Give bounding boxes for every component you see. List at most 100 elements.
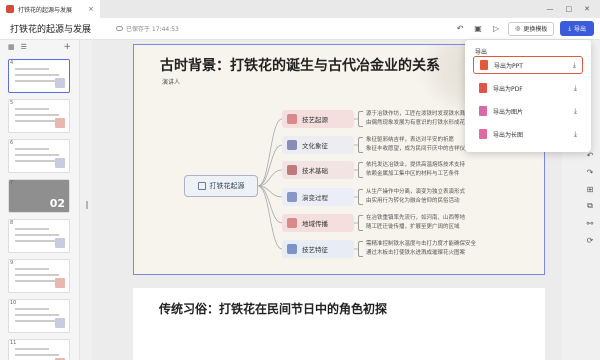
connect-icon[interactable]: ⚯ (585, 218, 595, 228)
mindmap-leaf-text[interactable]: 从生产操作中分离，演变为独立表演形式 (366, 187, 465, 195)
title-bar: 打铁花的起源与发展 × — □ ✕ (0, 0, 600, 18)
download-icon[interactable]: ⤓ (574, 84, 577, 93)
mindmap-leaf-text[interactable]: 由实用行为转化为融合信仰的民俗活动 (366, 196, 460, 204)
redo-icon[interactable]: ↷ (585, 167, 595, 177)
layers-icon[interactable]: ⧉ (585, 201, 595, 211)
thumbnail-line (15, 314, 59, 316)
thumbnail-line (15, 320, 59, 322)
thumbnail-line (15, 74, 59, 76)
slide-thumbnail-row[interactable]: 8 (0, 217, 80, 257)
mindmap-leaf-text[interactable]: 象征丰收愿望，成为民间节庆中的吉祥仪式 (366, 144, 471, 152)
slide-thumbnail[interactable] (8, 99, 70, 133)
collapse-sidebar-icon[interactable]: ‖ (85, 200, 89, 209)
minimize-icon[interactable]: — (547, 5, 554, 13)
mindmap-leaf-text[interactable]: 通过木板击打使铁水迸溅成璀璨花火图案 (366, 248, 465, 256)
mindmap-leaf-text[interactable]: 在冶铁重镇率先流行，如河南、山西等地 (366, 213, 465, 221)
mindmap-leaf-text[interactable]: 依托发达冶铁业，提供高温熔炼技术支持 (366, 160, 465, 168)
mindmap-center-node[interactable]: 打铁花起源 (184, 175, 258, 197)
export-item-label: 导出为PDF (493, 85, 523, 93)
toolbar-actions: ↶ ▣ ▷ ◎ 更换模板 ⤓ 导出 (454, 21, 594, 36)
export-menu-item[interactable]: 导出为PDF ⤓ (473, 79, 583, 97)
download-icon[interactable]: ⤓ (574, 107, 577, 116)
slide-thumbnail[interactable] (8, 259, 70, 293)
branch-icon (287, 192, 297, 202)
branch-bracket (358, 137, 363, 153)
mindmap-leaf-text[interactable]: 随工匠迁徙传播，扩展至更广阔的区域 (366, 222, 460, 230)
document-title[interactable]: 打铁花的起源与发展 (10, 22, 110, 35)
toolbar: 打铁花的起源与发展 已保存于 17:44:53 ↶ ▣ ▷ ◎ 更换模板 ⤓ 导… (0, 18, 600, 40)
change-template-button[interactable]: ◎ 更换模板 (508, 21, 555, 36)
slide-thumbnail[interactable] (8, 299, 70, 333)
thumbnail-line (15, 68, 49, 70)
branch-icon (287, 165, 297, 175)
undo-icon[interactable]: ↶ (454, 23, 466, 35)
grid-icon[interactable]: ⊞ (585, 184, 595, 194)
download-icon[interactable]: ⤓ (573, 61, 576, 70)
slide-number: 6 (10, 140, 14, 146)
thumbnail-block (55, 318, 65, 328)
branch-label: 文化象征 (302, 142, 328, 150)
branch-bracket (358, 189, 363, 205)
thumbnail-block (55, 78, 65, 88)
thumbnail-line (15, 120, 59, 122)
download-icon[interactable]: ⤓ (574, 130, 577, 139)
export-dropdown: 导出 导出为PPT ⤓ 导出为PDF ⤓ 导出为图片 ⤓ 导出为长图 ⤓ (465, 40, 591, 152)
thumbnail-block (55, 118, 65, 128)
slide-number: 11 (10, 340, 17, 346)
thumbnail-line (15, 228, 49, 230)
mindmap-leaf-text[interactable]: 象征驱邪纳吉祥，表达对平安的祈愿 (366, 135, 454, 143)
slide-thumbnail-row[interactable]: 11 (0, 337, 80, 360)
slide-thumbnail[interactable] (8, 59, 70, 93)
sidebar-header: ▦ ☰ + (0, 40, 79, 54)
mindmap-branch-node[interactable]: 演变过程 (282, 188, 354, 206)
list-view-icon[interactable]: ☰ (21, 43, 27, 51)
tab-close-icon[interactable]: × (88, 5, 94, 13)
slide-thumbnail[interactable]: 02 (8, 179, 70, 213)
slide-number: 8 (10, 220, 14, 226)
slide-thumbnail[interactable] (8, 139, 70, 173)
add-slide-icon[interactable]: + (63, 42, 71, 52)
slide-thumbnail-row[interactable]: 02 7 (0, 177, 80, 217)
export-menu-item[interactable]: 导出为长图 ⤓ (473, 125, 583, 143)
mindmap-leaf-text[interactable]: 依赖金属加工集中区的材料与工艺条件 (366, 169, 460, 177)
rotate-icon[interactable]: ⟳ (585, 235, 595, 245)
save-icon[interactable]: ▣ (472, 23, 484, 35)
thumbnail-line (15, 354, 59, 356)
close-window-icon[interactable]: ✕ (584, 5, 590, 13)
branch-bracket (358, 215, 363, 231)
mindmap-branch-node[interactable]: 技艺起源 (282, 110, 354, 128)
slide-thumbnail-row[interactable]: 9 (0, 257, 80, 297)
branch-bracket (358, 111, 363, 127)
slide-thumbnail-row[interactable]: 4 (0, 57, 80, 97)
slide-thumbnail[interactable] (8, 219, 70, 253)
app-icon (6, 5, 14, 13)
slide-thumbnail-row[interactable]: 6 (0, 137, 80, 177)
mindmap-branch-node[interactable]: 文化象征 (282, 136, 354, 154)
slide-list: 4 5 6 02 7 8 9 10 11 (0, 57, 80, 360)
document-tab[interactable]: 打铁花的起源与发展 × (0, 0, 100, 18)
right-tool-rail: ↶ ↷ ⊞ ⧉ ⚯ ⟳ (580, 150, 600, 245)
tab-title: 打铁花的起源与发展 (18, 6, 73, 14)
play-icon[interactable]: ▷ (490, 23, 502, 35)
slide-thumbnail[interactable] (8, 339, 70, 360)
export-button[interactable]: ⤓ 导出 (560, 21, 594, 36)
slide-next[interactable]: 传统习俗：打铁花在民间节日中的角色初探 (133, 288, 545, 360)
slide-thumbnail-row[interactable]: 10 (0, 297, 80, 337)
thumbnail-block (55, 278, 65, 288)
slide-title[interactable]: 传统习俗：打铁花在民间节日中的角色初探 (159, 300, 387, 317)
thumbnail-line (15, 80, 59, 82)
grid-view-icon[interactable]: ▦ (8, 43, 15, 51)
mindmap-branch-node[interactable]: 技术基础 (282, 161, 354, 179)
mindmap-leaf-text[interactable]: 需精准控制铁水温度与击打力度才能确保安全 (366, 239, 476, 247)
slide-thumbnail-row[interactable]: 5 (0, 97, 80, 137)
slide-number: 9 (10, 260, 14, 266)
branch-icon (287, 114, 297, 124)
mindmap-branch-node[interactable]: 技艺特征 (282, 240, 354, 258)
maximize-icon[interactable]: □ (566, 5, 573, 13)
mindmap-branch-node[interactable]: 地域传播 (282, 214, 354, 232)
thumbnail-line (15, 240, 59, 242)
export-menu-item[interactable]: 导出为PPT ⤓ (473, 56, 583, 74)
slide-number: 4 (10, 60, 14, 66)
export-menu-item[interactable]: 导出为图片 ⤓ (473, 102, 583, 120)
branch-label: 技术基础 (302, 167, 328, 175)
